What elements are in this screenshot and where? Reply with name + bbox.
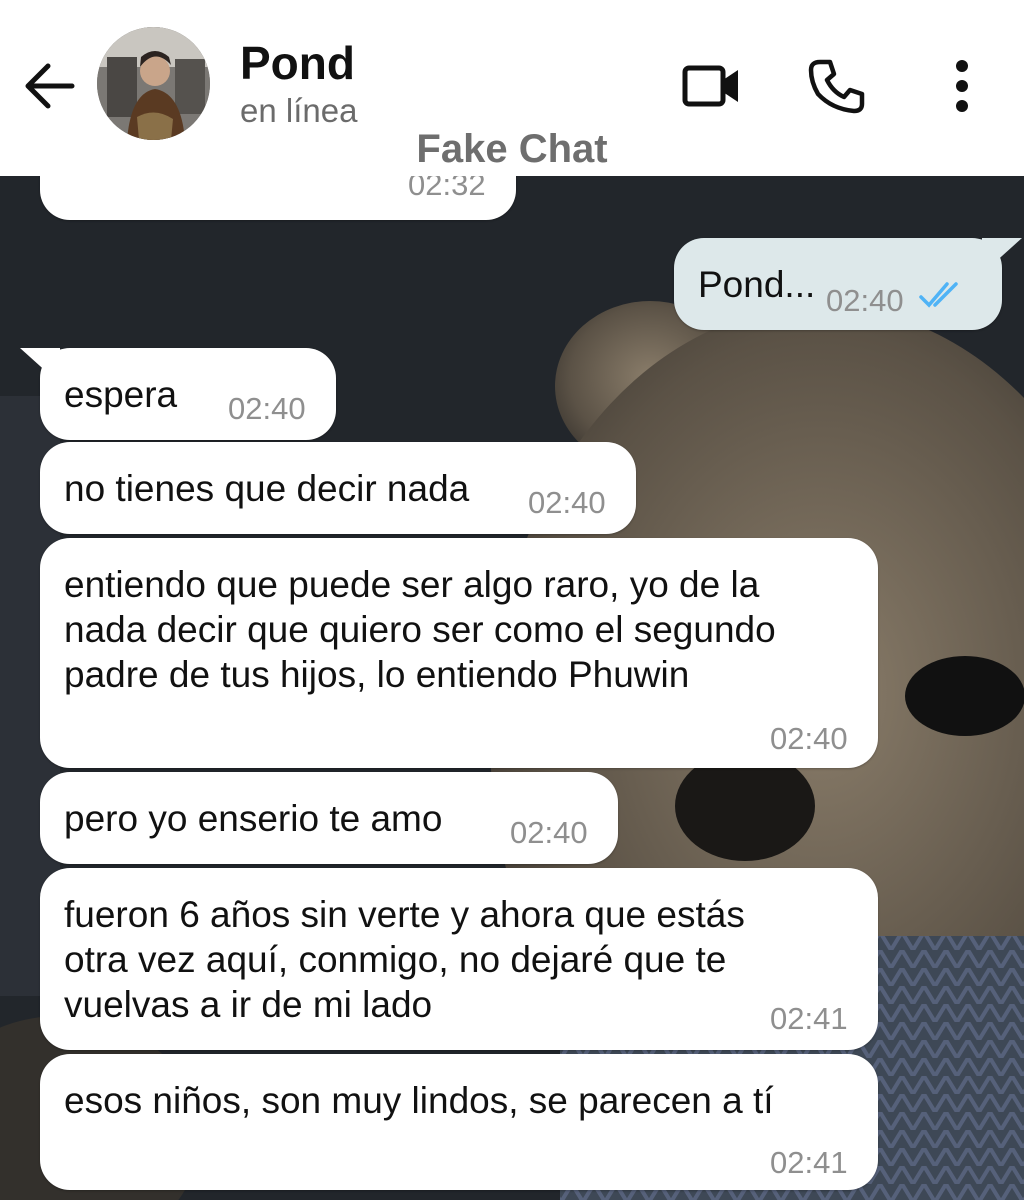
avatar-photo [97,27,210,140]
incoming-message-bubble[interactable]: por favor Phuwin 02:32 [40,176,516,220]
message-text: pero yo enserio te amo [64,798,443,839]
message-text: espera [64,374,178,415]
contact-status: en línea [240,92,358,129]
incoming-message-bubble[interactable]: no tienes que decir nada 02:40 [40,442,636,534]
voice-call-button[interactable] [806,56,866,116]
message-text: entiendo que puede ser algo raro, yo de … [64,562,776,697]
incoming-message-bubble[interactable]: esos niños, son muy lindos, se parecen a… [40,1054,878,1190]
phone-icon [808,59,865,114]
message-text: por favor Phuwin [64,176,342,177]
message-timestamp: 02:40 [228,391,306,426]
message-text-line: otra vez aquí, conmigo, no dejaré que te [64,939,727,980]
message-text-line: nada decir que quiero ser como el segund… [64,609,776,650]
chat-header: Pond en línea Fake Chat [0,0,1024,176]
message-timestamp: 02:40 [528,485,606,520]
message-text-line: entiendo que puede ser algo raro, yo de … [64,564,760,605]
message-text-line: vuelvas a ir de mi lado [64,984,433,1025]
video-camera-icon [682,65,738,107]
message-timestamp: 02:41 [770,1001,848,1036]
arrow-left-icon [25,63,75,109]
outgoing-message-bubble[interactable]: Pond... 02:40 [674,238,1022,330]
message-text-line: fueron 6 años sin verte y ahora que está… [64,894,745,935]
message-text-line: padre de tus hijos, lo entiendo Phuwin [64,654,690,695]
message-text: esos niños, son muy lindos, se parecen a… [64,1080,774,1121]
watermark-text: Fake Chat [416,127,608,171]
incoming-message-bubble[interactable]: pero yo enserio te amo 02:40 [40,772,618,864]
message-list[interactable]: por favor Phuwin 02:32 Pond... 02:40 espera 0… [0,176,1024,1200]
video-call-button[interactable] [680,58,744,114]
avatar[interactable] [97,27,210,140]
contact-name[interactable]: Pond [240,36,355,90]
message-timestamp: 02:40 [510,815,588,850]
message-timestamp: 02:40 [826,283,904,318]
incoming-message-bubble[interactable]: fueron 6 años sin verte y ahora que está… [40,868,878,1050]
message-text: fueron 6 años sin verte y ahora que está… [64,892,745,1027]
message-timestamp: 02:40 [770,721,848,756]
message-text: Pond... [698,264,816,305]
more-vertical-icon [956,60,968,112]
more-options-button[interactable] [940,56,984,116]
incoming-message-bubble[interactable]: espera 02:40 [20,348,336,440]
message-text: no tienes que decir nada [64,468,470,509]
incoming-message-bubble[interactable]: entiendo que puede ser algo raro, yo de … [40,538,878,768]
read-receipt-icon [919,282,958,308]
back-button[interactable] [22,58,78,114]
message-timestamp: 02:32 [408,176,486,202]
message-timestamp: 02:41 [770,1145,848,1180]
